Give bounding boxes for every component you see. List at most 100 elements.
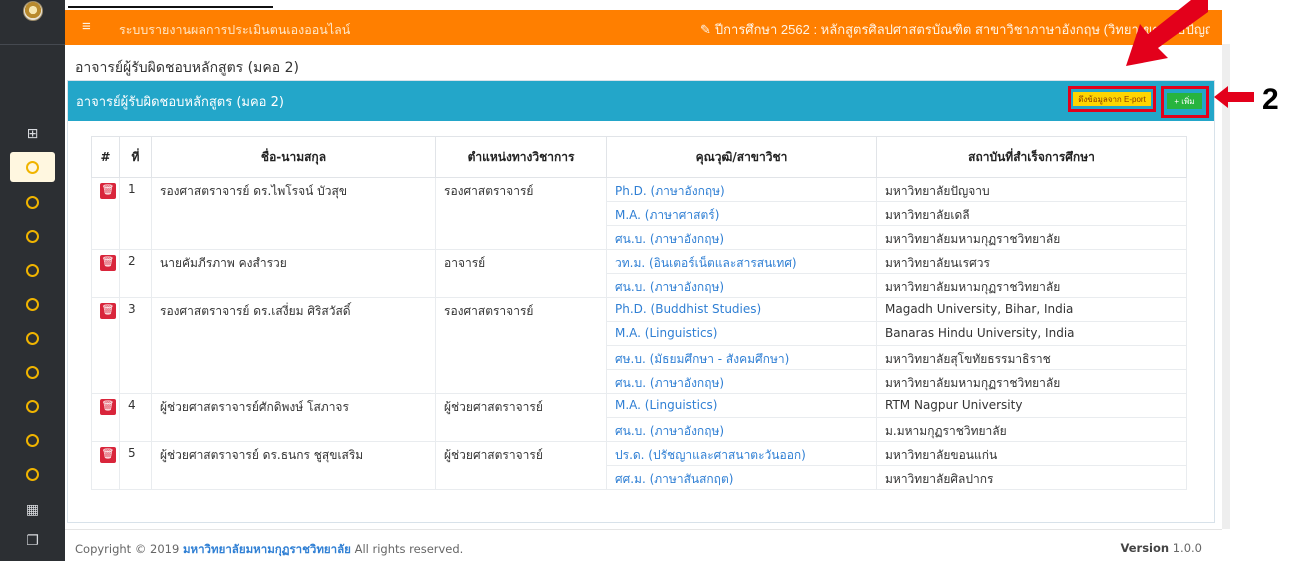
- document-underline: [68, 6, 273, 8]
- lecturer-position: อาจารย์: [435, 249, 607, 298]
- qualification-link[interactable]: M.A. (ภาษาศาสตร์): [606, 201, 877, 226]
- copyright: Copyright © 2019 มหาวิทยาลัยมหามกุฏราชวิ…: [75, 541, 463, 559]
- qualification-link[interactable]: ศน.บ. (ภาษาอังกฤษ): [606, 225, 877, 250]
- institution: มหาวิทยาลัยมหามกุฏราชวิทยาลัย: [876, 273, 1187, 298]
- screen: ⊞ ▦ ❐ ≡ ระบบรายงานผลการประเมินตนเองออนไล…: [0, 0, 1299, 561]
- circle-icon: [26, 467, 39, 481]
- trash-icon: 🗑: [101, 401, 115, 412]
- institution: ม.มหามกุฏราชวิทยาลัย: [876, 417, 1187, 442]
- circle-icon: [26, 229, 39, 243]
- circle-icon: [26, 297, 39, 311]
- lecturer-table-container: # ที่ ชื่อ-นามสกุล ตำแหน่งทางวิชาการ คุณ…: [91, 136, 1187, 522]
- hamburger-menu-icon[interactable]: ≡: [82, 18, 91, 35]
- row-number: 1: [119, 177, 152, 250]
- edit-icon: ✎: [700, 22, 711, 37]
- institution: มหาวิทยาลัยนเรศวร: [876, 249, 1187, 274]
- apps-grid-icon: ▦: [25, 502, 40, 518]
- arrow-shape: [1126, 0, 1208, 66]
- eport-highlight-box: ดึงข้อมูลจาก E-port: [1068, 86, 1156, 112]
- footer: Copyright © 2019 มหาวิทยาลัยมหามกุฏราชวิ…: [65, 529, 1222, 561]
- delete-button[interactable]: 🗑: [100, 183, 116, 199]
- circle-icon: [26, 331, 39, 345]
- qualification-link[interactable]: M.A. (Linguistics): [606, 393, 877, 418]
- circle-icon: [26, 365, 39, 379]
- lecturer-name: นายคัมภีรภาพ คงสำรวย: [151, 249, 436, 298]
- sidebar-divider: [0, 44, 65, 45]
- version-number: 1.0.0: [1172, 541, 1202, 555]
- sidebar-item-8[interactable]: [0, 389, 65, 423]
- annotation-number: 2: [1262, 83, 1279, 116]
- qualification-link[interactable]: ศศ.ม. (ภาษาสันสกฤต): [606, 465, 877, 490]
- qualification-link[interactable]: M.A. (Linguistics): [606, 321, 877, 346]
- trash-icon: 🗑: [101, 257, 115, 268]
- col-header-name: ชื่อ-นามสกุล: [151, 136, 436, 178]
- qualification-link[interactable]: ศษ.บ. (มัธยมศึกษา - สังคมศึกษา): [606, 345, 877, 370]
- panel-header: อาจารย์ผู้รับผิดชอบหลักสูตร (มคอ 2) ดึงข…: [68, 81, 1214, 121]
- sidebar-item-4[interactable]: [0, 253, 65, 287]
- sidebar-item-documents[interactable]: ❐: [0, 524, 65, 558]
- copyright-prefix: Copyright © 2019: [75, 542, 180, 556]
- import-from-eport-button[interactable]: ดึงข้อมูลจาก E-port: [1073, 92, 1151, 106]
- delete-button[interactable]: 🗑: [100, 255, 116, 271]
- institution: มหาวิทยาลัยมหามกุฏราชวิทยาลัย: [876, 225, 1187, 250]
- top-bar: ≡ ระบบรายงานผลการประเมินตนเองออนไลน์ ✎ ปี…: [65, 10, 1222, 45]
- delete-cell: 🗑: [91, 177, 120, 250]
- app-title[interactable]: ระบบรายงานผลการประเมินตนเองออนไลน์: [119, 20, 350, 40]
- sidebar-item-2[interactable]: [0, 185, 65, 219]
- qualification-link[interactable]: ศน.บ. (ภาษาอังกฤษ): [606, 417, 877, 442]
- row-number: 4: [119, 393, 152, 442]
- sidebar-item-6[interactable]: [0, 321, 65, 355]
- lecturer-table: # ที่ ชื่อ-นามสกุล ตำแหน่งทางวิชาการ คุณ…: [91, 136, 1187, 490]
- lecturer-name: รองศาสตราจารย์ ดร.เสงี่ยม ศิริสวัสดิ์: [151, 297, 436, 394]
- delete-button[interactable]: 🗑: [100, 399, 116, 415]
- lecturer-position: รองศาสตราจารย์: [435, 297, 607, 394]
- delete-button[interactable]: 🗑: [100, 447, 116, 463]
- circle-icon: [26, 263, 39, 277]
- sidebar-item-1[interactable]: [10, 152, 55, 182]
- qualification-link[interactable]: วท.ม. (อินเตอร์เน็ตและสารสนเทศ): [606, 249, 877, 274]
- copy-icon: ❐: [26, 533, 39, 549]
- sidebar-item-3[interactable]: [0, 219, 65, 253]
- table-row: 🗑 4 ผู้ช่วยศาสตราจารย์ศักดิพงษ์ โสภาจร ผ…: [91, 393, 1187, 442]
- annotation-arrow-large: [1126, 0, 1208, 66]
- trash-icon: 🗑: [101, 305, 115, 316]
- institution: มหาวิทยาลัยเดลี: [876, 201, 1187, 226]
- lecturer-name: รองศาสตราจารย์ ดร.ไพโรจน์ บัวสุข: [151, 177, 436, 250]
- trash-icon: 🗑: [101, 449, 115, 460]
- institution: RTM Nagpur University: [876, 393, 1187, 418]
- page-title: อาจารย์ผู้รับผิดชอบหลักสูตร (มคอ 2): [75, 60, 299, 76]
- sidebar-item-apps[interactable]: ▦: [0, 493, 65, 527]
- circle-icon: [26, 399, 39, 413]
- add-highlight-box: + เพิ่ม: [1161, 86, 1209, 118]
- version-label: Version: [1120, 541, 1170, 555]
- qualification-link[interactable]: ปร.ด. (ปรัชญาและศาสนาตะวันออก): [606, 441, 877, 466]
- grid-icon: ⊞: [26, 126, 39, 142]
- sidebar-item-9[interactable]: [0, 423, 65, 457]
- col-header-hash: #: [91, 136, 120, 178]
- qualification-link[interactable]: Ph.D. (ภาษาอังกฤษ): [606, 177, 877, 202]
- sidebar-item-10[interactable]: [0, 457, 65, 491]
- sidebar-item-7[interactable]: [0, 355, 65, 389]
- qualification-link[interactable]: ศน.บ. (ภาษาอังกฤษ): [606, 369, 877, 394]
- col-header-qualification: คุณวุฒิ/สาขาวิชา: [606, 136, 877, 178]
- qualification-link[interactable]: Ph.D. (Buddhist Studies): [606, 297, 877, 322]
- lecturer-position: ผู้ช่วยศาสตราจารย์: [435, 393, 607, 442]
- lecturer-name: ผู้ช่วยศาสตราจารย์ ดร.ธนกร ชูสุขเสริม: [151, 441, 436, 490]
- delete-button[interactable]: 🗑: [100, 303, 116, 319]
- delete-cell: 🗑: [91, 393, 120, 442]
- table-row: 🗑 5 ผู้ช่วยศาสตราจารย์ ดร.ธนกร ชูสุขเสริ…: [91, 441, 1187, 490]
- add-button[interactable]: + เพิ่ม: [1167, 93, 1202, 109]
- table-row: 🗑 2 นายคัมภีรภาพ คงสำรวย อาจารย์ วท.ม. (…: [91, 249, 1187, 298]
- table-header-row: # ที่ ชื่อ-นามสกุล ตำแหน่งทางวิชาการ คุณ…: [91, 136, 1187, 178]
- scrollbar-track[interactable]: [1222, 44, 1230, 529]
- trash-icon: 🗑: [101, 185, 115, 196]
- sidebar-item-dashboard[interactable]: ⊞: [0, 117, 65, 151]
- lecturer-position: รองศาสตราจารย์: [435, 177, 607, 250]
- circle-icon: [26, 433, 39, 447]
- university-link[interactable]: มหาวิทยาลัยมหามกุฏราชวิทยาลัย: [183, 542, 351, 556]
- sidebar-item-5[interactable]: [0, 287, 65, 321]
- col-header-no: ที่: [119, 136, 152, 178]
- qualification-link[interactable]: ศน.บ. (ภาษาอังกฤษ): [606, 273, 877, 298]
- institution: มหาวิทยาลัยขอนแก่น: [876, 441, 1187, 466]
- col-header-position: ตำแหน่งทางวิชาการ: [435, 136, 607, 178]
